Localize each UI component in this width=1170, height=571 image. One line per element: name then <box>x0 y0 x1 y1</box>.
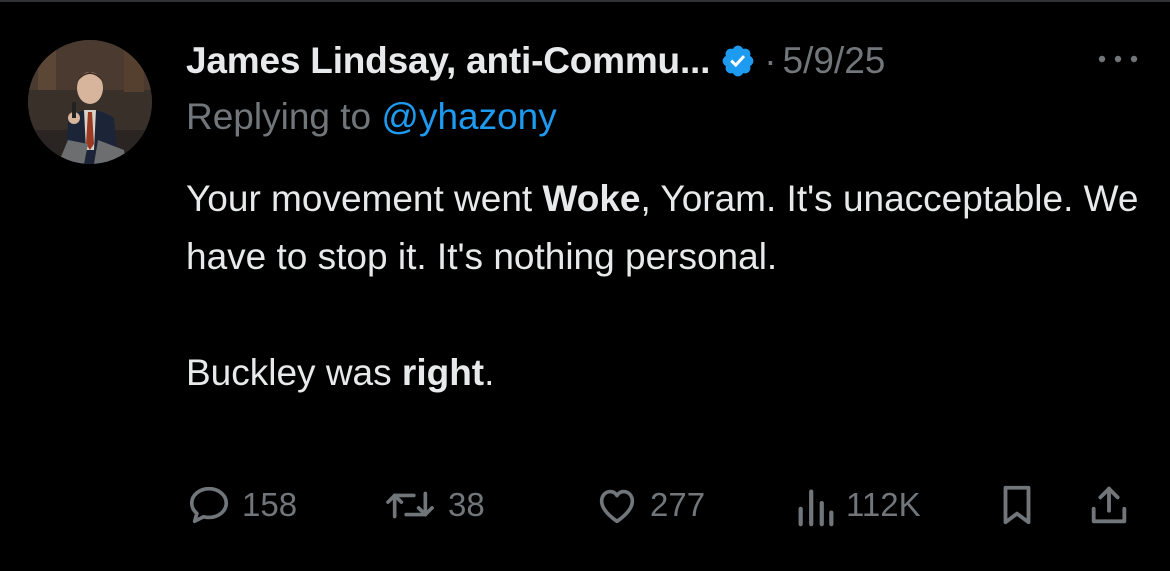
verified-badge-icon[interactable] <box>720 43 756 79</box>
post-text-bold: Woke <box>542 178 641 219</box>
views-count: 112K <box>846 486 921 523</box>
post-text-bold: right <box>401 352 485 393</box>
reply-handle-link[interactable]: @yhazony <box>381 96 556 137</box>
post-date[interactable]: 5/9/25 <box>783 40 886 82</box>
repost-count: 38 <box>448 486 485 523</box>
post-paragraph-2: Buckley was right. <box>186 344 1146 402</box>
post-text: Your movement went Woke, Yoram. It's una… <box>186 170 1146 402</box>
avatar[interactable] <box>28 40 152 164</box>
post-text-segment: Buckley was <box>186 352 402 393</box>
share-icon <box>1086 482 1132 528</box>
reply-context: Replying to @yhazony <box>186 96 557 138</box>
repost-button[interactable]: 38 <box>382 480 485 530</box>
top-divider <box>0 0 1170 2</box>
more-horizontal-icon[interactable] <box>1096 52 1140 66</box>
reply-button[interactable]: 158 <box>186 480 297 530</box>
bookmark-icon <box>996 482 1038 528</box>
reply-icon <box>186 482 232 528</box>
like-icon <box>594 482 640 528</box>
avatar-photo <box>28 40 152 164</box>
post-text-segment: . <box>484 352 495 393</box>
reply-prefix: Replying to <box>186 96 372 137</box>
like-count: 277 <box>650 486 706 523</box>
post-text-segment: Your movement went <box>186 178 543 219</box>
separator-dot: · <box>764 40 777 81</box>
reply-count: 158 <box>242 486 298 523</box>
bookmark-button[interactable] <box>996 480 1038 530</box>
views-button[interactable]: 112K <box>796 480 921 530</box>
post-header: James Lindsay, anti-Commu... · 5/9/25 <box>186 36 885 86</box>
share-button[interactable] <box>1086 480 1132 530</box>
like-button[interactable]: 277 <box>594 480 705 530</box>
author-name[interactable]: James Lindsay, anti-Commu... <box>186 40 710 82</box>
views-icon <box>796 482 836 528</box>
action-bar: 158 38 277 112K <box>0 480 1170 530</box>
post-paragraph-1: Your movement went Woke, Yoram. It's una… <box>186 170 1146 286</box>
repost-icon <box>382 482 438 528</box>
